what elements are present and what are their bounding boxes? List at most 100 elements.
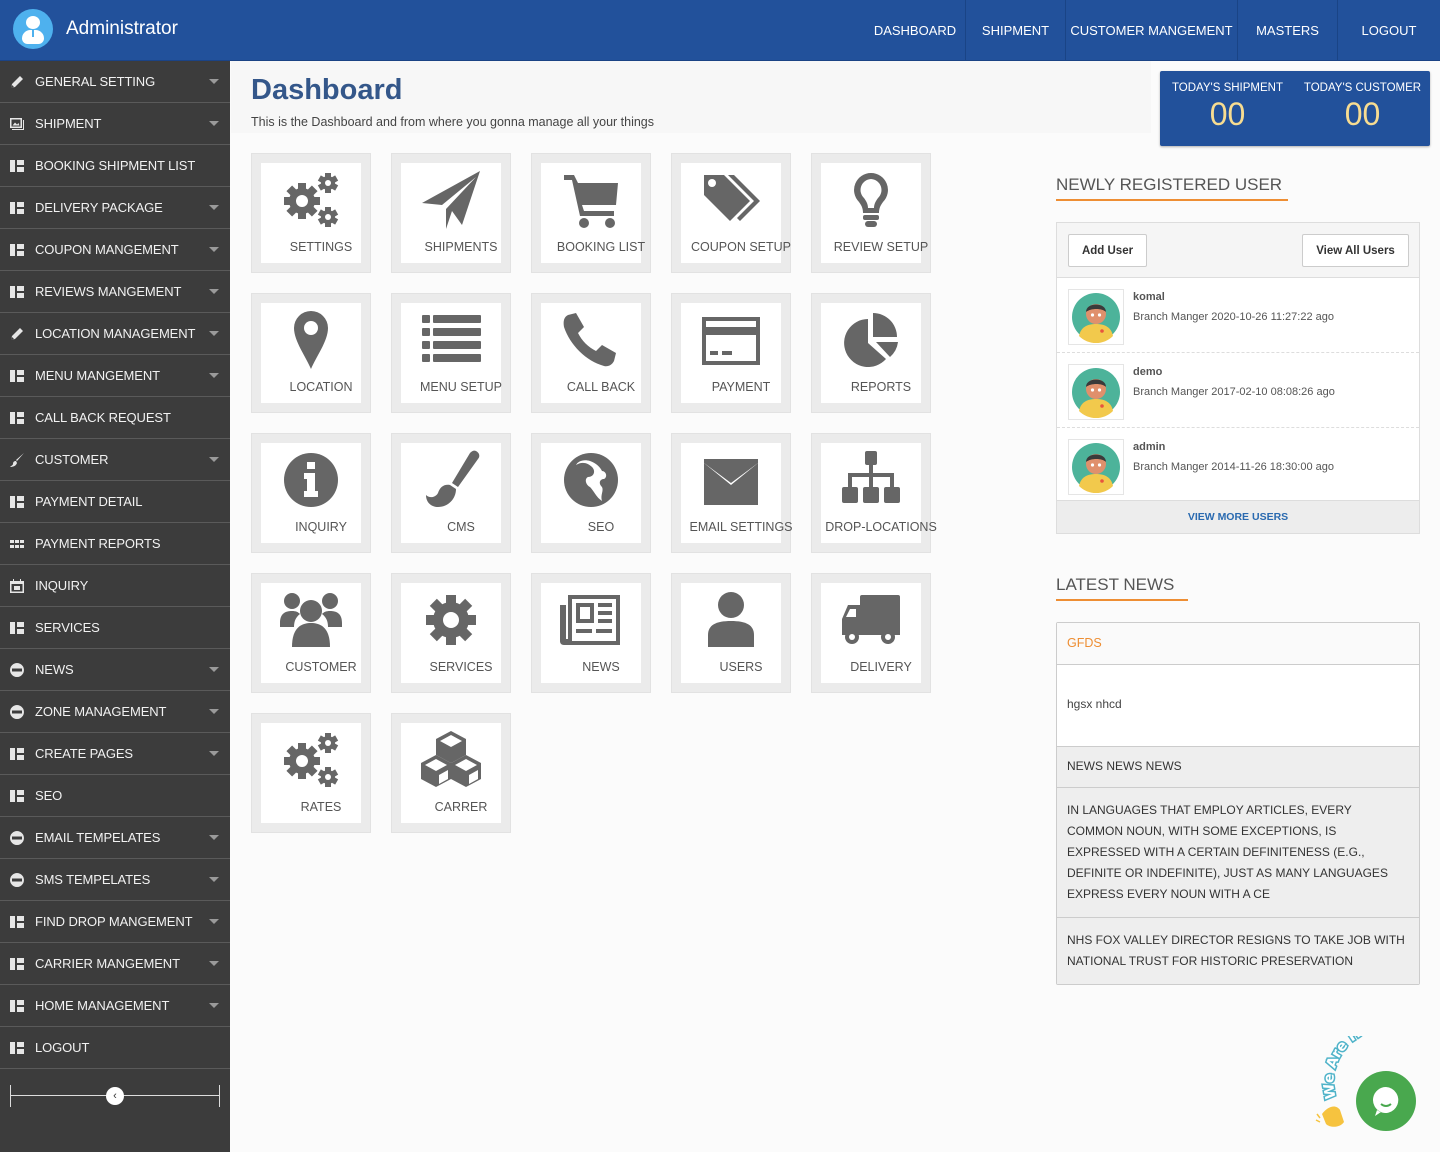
- sidebar-item-delivery-package[interactable]: DELIVERY PACKAGE: [0, 187, 230, 229]
- sidebar-item-general-setting[interactable]: GENERAL SETTING: [0, 61, 230, 103]
- tile-card: SHIPMENTS: [401, 163, 501, 263]
- tile-drop-locations[interactable]: DROP-LOCATIONS: [811, 433, 937, 553]
- layout-icon: [9, 746, 25, 762]
- nav-masters[interactable]: MASTERS: [1238, 0, 1338, 60]
- sidebar-item-label: SHIPMENT: [35, 116, 102, 131]
- sidebar-item-zone-management[interactable]: ZONE MANAGEMENT: [0, 691, 230, 733]
- nav-dashboard[interactable]: DASHBOARD: [865, 0, 966, 60]
- news-item[interactable]: IN LANGUAGES THAT EMPLOY ARTICLES, EVERY…: [1057, 788, 1419, 918]
- tile-review-setup[interactable]: REVIEW SETUP: [811, 153, 931, 273]
- tile-label: REPORTS: [850, 380, 912, 394]
- caret-down-icon[interactable]: [209, 247, 219, 252]
- caret-down-icon[interactable]: [209, 331, 219, 336]
- sidebar-item-customer[interactable]: CUSTOMER: [0, 439, 230, 481]
- sidebar-item-inquiry[interactable]: INQUIRY: [0, 565, 230, 607]
- news-item[interactable]: NEWS NEWS NEWS: [1057, 747, 1419, 788]
- sidebar-item-reviews-mangement[interactable]: REVIEWS MANGEMENT: [0, 271, 230, 313]
- user-name[interactable]: demo: [1133, 366, 1162, 378]
- sidebar-item-create-pages[interactable]: CREATE PAGES: [0, 733, 230, 775]
- caret-down-icon[interactable]: [209, 919, 219, 924]
- user-name[interactable]: admin: [1133, 441, 1165, 453]
- sidebar-item-call-back-request[interactable]: CALL BACK REQUEST: [0, 397, 230, 439]
- caret-down-icon[interactable]: [209, 877, 219, 882]
- tile-location[interactable]: LOCATION: [251, 293, 371, 413]
- caret-down-icon[interactable]: [209, 121, 219, 126]
- tile-email-settings[interactable]: EMAIL SETTINGS: [671, 433, 793, 553]
- tile-rates[interactable]: RATES: [251, 713, 371, 833]
- tile-card: CARRER: [401, 723, 501, 823]
- user-list-item[interactable]: demo Branch Manger 2017-02-10 08:08:26 ag…: [1057, 353, 1419, 428]
- caret-down-icon[interactable]: [209, 1003, 219, 1008]
- pie-chart-icon: [836, 308, 906, 372]
- tile-settings[interactable]: SETTINGS: [251, 153, 371, 273]
- tile-reports[interactable]: REPORTS: [811, 293, 931, 413]
- sidebar-item-coupon-mangement[interactable]: COUPON MANGEMENT: [0, 229, 230, 271]
- caret-down-icon[interactable]: [209, 961, 219, 966]
- user-name[interactable]: komal: [1133, 291, 1165, 303]
- sidebar-collapse-slider[interactable]: ‹: [0, 1069, 230, 1115]
- nav-shipment[interactable]: SHIPMENT: [966, 0, 1066, 60]
- layout-icon: [9, 242, 25, 258]
- sidebar-item-seo[interactable]: SEO: [0, 775, 230, 817]
- main-content: Dashboard This is the Dashboard and from…: [231, 61, 1440, 1152]
- tile-booking-list[interactable]: BOOKING LIST: [531, 153, 651, 273]
- caret-down-icon[interactable]: [209, 373, 219, 378]
- sidebar-item-find-drop-mangement[interactable]: FIND DROP MANGEMENT: [0, 901, 230, 943]
- sidebar-item-label: MENU MANGEMENT: [35, 368, 160, 383]
- tile-menu-setup[interactable]: MENU SETUP: [391, 293, 511, 413]
- users-panel: Add User View All Users komal Branch Mang…: [1056, 222, 1420, 534]
- sidebar-item-location-management[interactable]: LOCATION MANAGEMENT: [0, 313, 230, 355]
- tile-label: CUSTOMER: [285, 660, 357, 674]
- sidebar-item-shipment[interactable]: SHIPMENT: [0, 103, 230, 145]
- tile-services[interactable]: SERVICES: [391, 573, 511, 693]
- sidebar-item-menu-mangement[interactable]: MENU MANGEMENT: [0, 355, 230, 397]
- caret-down-icon[interactable]: [209, 289, 219, 294]
- news-item[interactable]: NHS FOX VALLEY DIRECTOR RESIGNS TO TAKE …: [1057, 918, 1419, 984]
- caret-down-icon[interactable]: [209, 751, 219, 756]
- sidebar-item-carrier-mangement[interactable]: CARRIER MANGEMENT: [0, 943, 230, 985]
- tile-carrer[interactable]: CARRER: [391, 713, 511, 833]
- sidebar-item-home-management[interactable]: HOME MANAGEMENT: [0, 985, 230, 1027]
- sidebar-item-sms-tempelates[interactable]: SMS TEMPELATES: [0, 859, 230, 901]
- tile-news[interactable]: NEWS: [531, 573, 651, 693]
- tile-coupon-setup[interactable]: COUPON SETUP: [671, 153, 791, 273]
- sidebar-item-logout[interactable]: LOGOUT: [0, 1027, 230, 1069]
- collapse-chevron-icon[interactable]: ‹: [106, 1087, 124, 1105]
- caret-down-icon[interactable]: [209, 709, 219, 714]
- tile-cms[interactable]: CMS: [391, 433, 511, 553]
- sidebar-item-payment-detail[interactable]: PAYMENT DETAIL: [0, 481, 230, 523]
- brand[interactable]: Administrator: [13, 9, 178, 49]
- view-more-users-link[interactable]: VIEW MORE USERS: [1057, 500, 1419, 533]
- sidebar-item-email-tempelates[interactable]: EMAIL TEMPELATES: [0, 817, 230, 859]
- tile-shipments[interactable]: SHIPMENTS: [391, 153, 511, 273]
- caret-down-icon[interactable]: [209, 667, 219, 672]
- tile-label: SERVICES: [429, 660, 493, 674]
- tile-inquiry[interactable]: INQUIRY: [251, 433, 371, 553]
- user-list-item[interactable]: admin Branch Manger 2014-11-26 18:30:00 a…: [1057, 428, 1419, 503]
- tile-delivery[interactable]: DELIVERY: [811, 573, 931, 693]
- caret-down-icon[interactable]: [209, 835, 219, 840]
- gear-icon: [416, 588, 486, 652]
- caret-down-icon[interactable]: [209, 79, 219, 84]
- caret-down-icon[interactable]: [209, 205, 219, 210]
- tile-customer[interactable]: CUSTOMER: [251, 573, 371, 693]
- sidebar-item-booking-shipment-list[interactable]: BOOKING SHIPMENT LIST: [0, 145, 230, 187]
- chat-open-button[interactable]: [1356, 1071, 1416, 1131]
- add-user-button[interactable]: Add User: [1068, 234, 1147, 267]
- tile-users[interactable]: USERS: [671, 573, 791, 693]
- tile-payment[interactable]: PAYMENT: [671, 293, 791, 413]
- tile-seo[interactable]: SEO: [531, 433, 651, 553]
- tile-call-back[interactable]: CALL BACK: [531, 293, 651, 413]
- brand-name: Administrator: [66, 18, 178, 39]
- sidebar-item-services[interactable]: SERVICES: [0, 607, 230, 649]
- sidebar-item-payment-reports[interactable]: PAYMENT REPORTS: [0, 523, 230, 565]
- chat-widget[interactable]: We Are Here!: [1314, 1016, 1440, 1152]
- sidebar-item-news[interactable]: NEWS: [0, 649, 230, 691]
- view-all-users-button[interactable]: View All Users: [1302, 234, 1409, 267]
- nav-logout[interactable]: LOGOUT: [1338, 0, 1440, 60]
- tile-label: CALL BACK: [566, 380, 636, 394]
- caret-down-icon[interactable]: [209, 457, 219, 462]
- nav-customer-management[interactable]: CUSTOMER MANGEMENT: [1066, 0, 1238, 60]
- news-headline[interactable]: GFDS: [1057, 623, 1419, 665]
- user-list-item[interactable]: komal Branch Manger 2020-10-26 11:27:22 a…: [1057, 278, 1419, 353]
